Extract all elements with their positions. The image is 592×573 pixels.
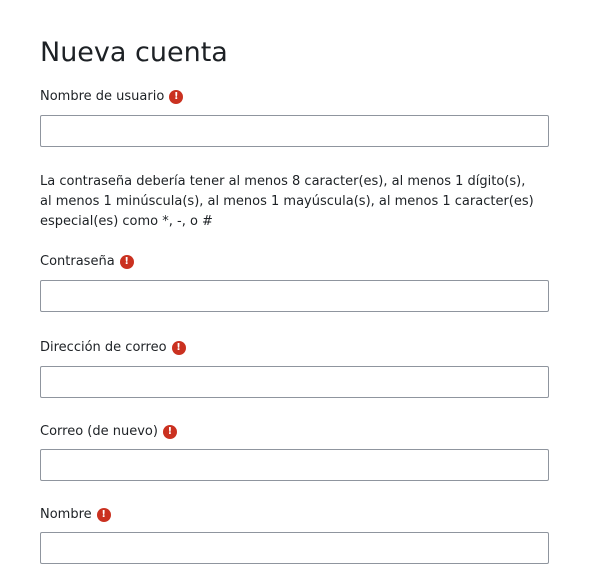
first-name-label: Nombre ! xyxy=(40,506,111,524)
first-name-label-text: Nombre xyxy=(40,507,92,522)
required-icon: ! xyxy=(119,255,134,269)
required-icon: ! xyxy=(171,341,186,355)
first-name-input[interactable] xyxy=(40,532,549,564)
required-icon: ! xyxy=(96,508,111,522)
page-title: Nueva cuenta xyxy=(40,37,228,68)
required-icon: ! xyxy=(162,425,177,439)
email-label-text: Dirección de correo xyxy=(40,340,167,355)
email-confirm-label-text: Correo (de nuevo) xyxy=(40,424,158,439)
username-label-text: Nombre de usuario xyxy=(40,89,165,104)
password-label-text: Contraseña xyxy=(40,254,115,269)
email-label: Dirección de correo ! xyxy=(40,339,186,357)
email-confirm-input[interactable] xyxy=(40,449,549,481)
required-icon: ! xyxy=(169,90,184,104)
password-policy-text: La contraseña debería tener al menos 8 c… xyxy=(40,174,534,229)
email-input[interactable] xyxy=(40,366,549,398)
username-input[interactable] xyxy=(40,115,549,147)
password-input[interactable] xyxy=(40,280,549,312)
email-confirm-label: Correo (de nuevo) ! xyxy=(40,423,177,441)
username-label: Nombre de usuario ! xyxy=(40,88,184,106)
password-label: Contraseña ! xyxy=(40,253,134,271)
